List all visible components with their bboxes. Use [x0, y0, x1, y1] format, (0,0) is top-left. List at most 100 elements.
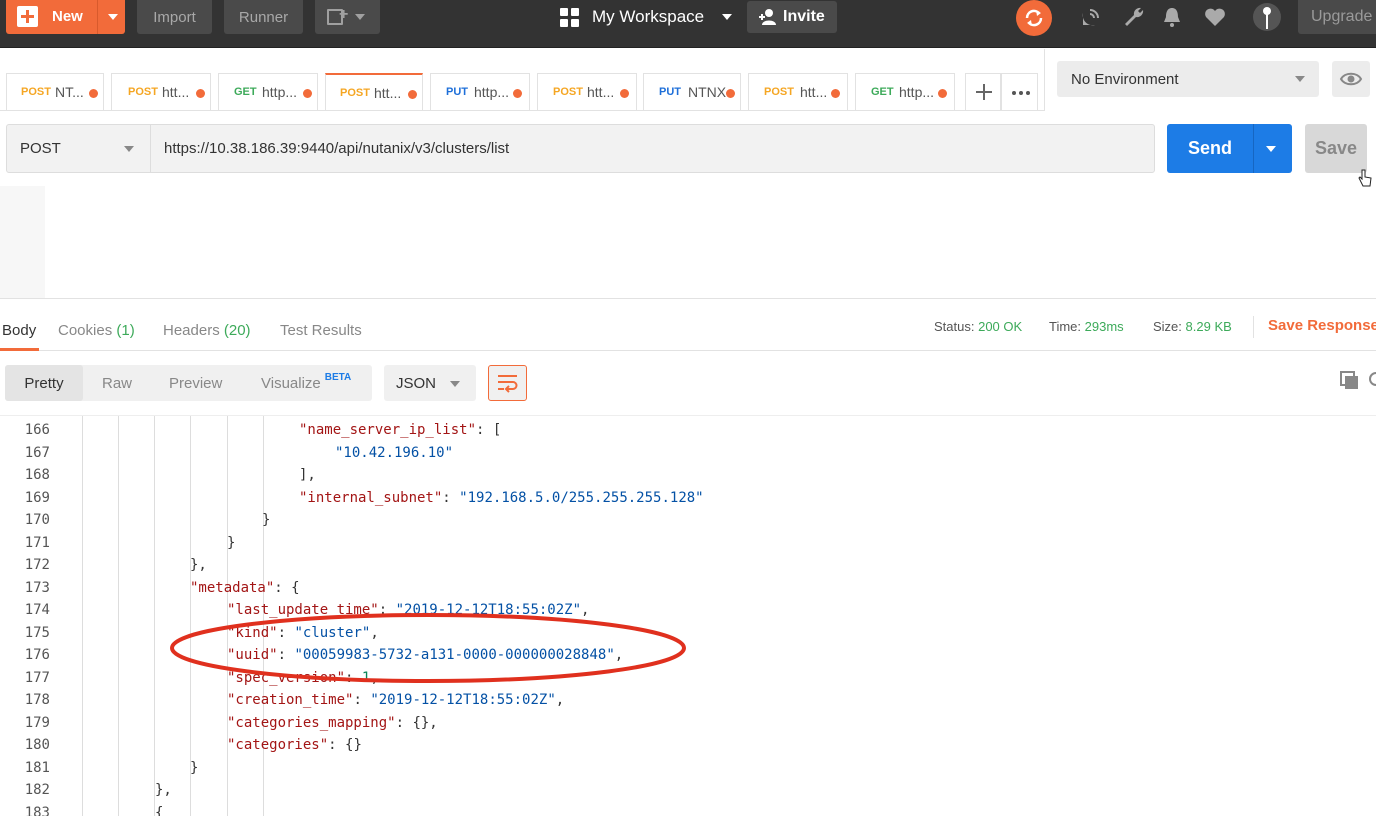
line-number: 169: [24, 489, 50, 506]
request-tab[interactable]: PUT http...: [430, 73, 530, 110]
code-line: 183 {: [0, 805, 1376, 816]
add-user-icon: [759, 9, 776, 25]
request-tab[interactable]: POST htt...: [111, 73, 211, 110]
method-select[interactable]: POST: [6, 124, 151, 173]
request-editor[interactable]: [0, 186, 1376, 299]
code-text: "categories": {}: [227, 737, 362, 753]
save-response-button[interactable]: Save Response: [1268, 317, 1376, 334]
request-tab[interactable]: POST htt...: [537, 73, 637, 110]
view-raw[interactable]: Raw: [102, 365, 132, 401]
code-text: "last_update_time": "2019-12-12T18:55:02…: [227, 602, 590, 618]
size-readout: Size: 8.29 KB: [1153, 319, 1232, 334]
unsaved-dot-icon: [513, 89, 522, 98]
request-tab-title: htt...: [587, 84, 615, 100]
chevron-down-icon: [450, 381, 460, 387]
request-tab-method: PUT: [446, 86, 468, 98]
request-tab[interactable]: GET http...: [218, 73, 318, 110]
request-tab[interactable]: POST htt...: [325, 73, 423, 110]
avatar[interactable]: [1252, 2, 1282, 32]
top-bar: New Import Runner + My Workspace Invite: [0, 0, 1376, 48]
code-text: }: [262, 512, 271, 528]
workspace-switcher[interactable]: My Workspace: [592, 7, 704, 27]
line-number: 173: [24, 579, 50, 596]
line-number: 177: [24, 669, 50, 686]
code-text: "metadata": {: [190, 579, 300, 596]
runner-button[interactable]: Runner: [224, 0, 303, 34]
code-text: "categories_mapping": {},: [227, 714, 438, 731]
sync-icon[interactable]: [1016, 0, 1052, 36]
code-text: {: [155, 804, 164, 816]
code-line: 173 "metadata": {: [0, 580, 1376, 603]
wrench-icon[interactable]: [1122, 5, 1146, 29]
wrap-lines-button[interactable]: [488, 365, 527, 401]
more-tabs-button[interactable]: [1001, 73, 1038, 110]
bell-icon[interactable]: [1160, 5, 1184, 29]
view-pretty[interactable]: Pretty: [5, 365, 83, 401]
unsaved-dot-icon: [831, 89, 840, 98]
tab-body[interactable]: Body: [2, 322, 36, 339]
heart-icon[interactable]: [1203, 5, 1227, 29]
line-number: 178: [24, 692, 50, 708]
environment-select[interactable]: No Environment: [1057, 61, 1319, 97]
request-tab-method: POST: [553, 86, 583, 98]
environment-quick-look-button[interactable]: [1332, 61, 1370, 97]
tab-cookies[interactable]: Cookies (1): [58, 322, 135, 339]
code-line: 175 "kind": "cluster",: [0, 625, 1376, 648]
new-window-button[interactable]: +: [315, 0, 380, 34]
code-text: ],: [299, 467, 316, 483]
chevron-down-icon[interactable]: [722, 14, 732, 20]
workspace-grid-icon[interactable]: [560, 8, 579, 27]
request-tab-method: GET: [871, 86, 894, 98]
satellite-icon[interactable]: [1079, 5, 1103, 29]
chevron-down-icon[interactable]: [1266, 146, 1276, 152]
copy-icon[interactable]: [1340, 371, 1360, 391]
code-text: }: [190, 759, 199, 776]
search-icon[interactable]: [1368, 371, 1376, 391]
chevron-down-icon: [1295, 76, 1305, 82]
line-number: 167: [24, 444, 50, 461]
response-tabs: Body Cookies (1) Headers (20) Test Resul…: [0, 300, 1376, 351]
invite-button[interactable]: Invite: [747, 1, 837, 33]
time-readout: Time: 293ms: [1049, 319, 1124, 334]
code-line: 180 "categories": {}: [0, 737, 1376, 760]
code-line: 170}: [0, 512, 1376, 535]
new-button[interactable]: New: [6, 0, 125, 34]
line-number: 175: [24, 624, 50, 641]
upgrade-button[interactable]: Upgrade: [1298, 0, 1376, 34]
unsaved-dot-icon: [89, 89, 98, 98]
code-text: "kind": "cluster",: [227, 624, 379, 641]
request-tab[interactable]: POST NT...: [6, 73, 104, 110]
code-line: 172},: [0, 557, 1376, 580]
new-tab-button[interactable]: [965, 73, 1001, 110]
send-button[interactable]: Send: [1167, 124, 1292, 173]
request-tab[interactable]: PUT NTNX: [643, 73, 741, 110]
code-line: 178 "creation_time": "2019-12-12T18:55:02…: [0, 692, 1376, 715]
format-select[interactable]: JSON: [384, 365, 476, 401]
request-tab-title: http...: [474, 84, 510, 100]
code-line: 169 "internal_subnet": "192.168.5.0/255.2…: [0, 490, 1376, 513]
request-tab-title: http...: [899, 84, 935, 100]
code-text: "creation_time": "2019-12-12T18:55:02Z",: [227, 692, 565, 708]
import-button[interactable]: Import: [137, 0, 212, 34]
request-tab-method: PUT: [659, 86, 681, 98]
line-number: 179: [24, 714, 50, 731]
line-number: 181: [24, 759, 50, 776]
code-line: 177 "spec_version": 1,: [0, 670, 1376, 693]
response-body-code[interactable]: 166 "name_server_ip_list": [167 "10.42.196…: [0, 415, 1376, 816]
unsaved-dot-icon: [726, 89, 735, 98]
request-tab[interactable]: GET http...: [855, 73, 955, 110]
view-visualize[interactable]: Visualize BETA: [261, 365, 351, 401]
chevron-down-icon[interactable]: [108, 14, 118, 20]
unsaved-dot-icon: [938, 89, 947, 98]
tab-headers[interactable]: Headers (20): [163, 322, 251, 339]
code-line: 174 "last_update_time": "2019-12-12T18:55…: [0, 602, 1376, 625]
request-tab[interactable]: POST htt...: [748, 73, 848, 110]
view-preview[interactable]: Preview: [169, 365, 222, 401]
save-button[interactable]: Save: [1305, 124, 1367, 173]
view-mode-segmented: Pretty Raw Preview Visualize BETA: [5, 365, 372, 401]
url-input[interactable]: [150, 124, 1155, 173]
request-tab-title: NT...: [55, 84, 84, 100]
code-line: 179 "categories_mapping": {},: [0, 715, 1376, 738]
new-button-label: New: [52, 8, 83, 25]
tab-test-results[interactable]: Test Results: [280, 322, 362, 339]
